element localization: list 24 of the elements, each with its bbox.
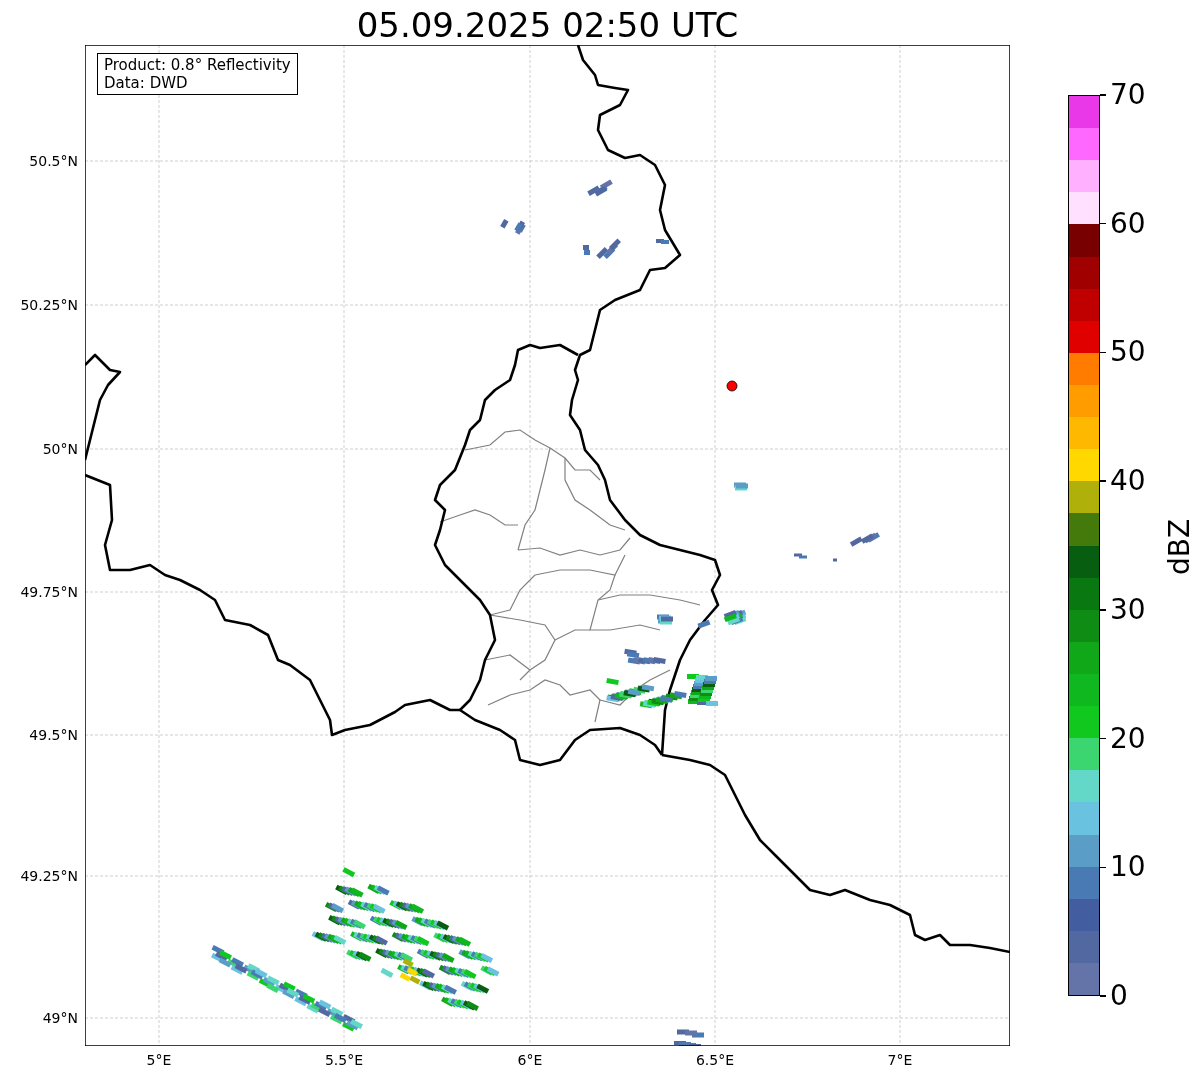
colorbar-tick-label: 40 xyxy=(1110,465,1146,498)
latitude-label: 49.5°N xyxy=(29,727,78,743)
latitude-label: 50°N xyxy=(42,441,78,457)
colorbar-tick-label: 10 xyxy=(1110,851,1146,884)
longitude-label: 5.5°E xyxy=(323,1052,365,1068)
longitude-label: 6.5°E xyxy=(694,1052,736,1068)
colorbar-tick-label: 60 xyxy=(1110,207,1146,240)
colorbar-tick-label: 50 xyxy=(1110,336,1146,369)
colorbar-tick-label: 0 xyxy=(1110,980,1128,1012)
chart-title: 05.09.2025 02:50 UTC xyxy=(355,5,740,45)
latitude-label: 49.25°N xyxy=(20,868,78,884)
info-box: Product: 0.8° Reflectivity Data: DWD xyxy=(97,53,298,95)
latitude-label: 49.75°N xyxy=(20,584,78,600)
latitude-label: 50.5°N xyxy=(29,153,78,169)
longitude-label: 6°E xyxy=(516,1052,544,1068)
colorbar-tick-label: 70 xyxy=(1110,79,1146,111)
colorbar-tick-label: 20 xyxy=(1110,722,1146,755)
location-marker xyxy=(726,380,738,392)
latitude-label: 50.25°N xyxy=(20,297,78,313)
colorbar-label: dBZ xyxy=(1163,517,1197,577)
colorbar-tick-label: 30 xyxy=(1110,593,1146,626)
latitude-label: 49°N xyxy=(42,1010,78,1026)
longitude-label: 7°E xyxy=(886,1052,914,1068)
longitude-label: 5°E xyxy=(145,1052,173,1068)
